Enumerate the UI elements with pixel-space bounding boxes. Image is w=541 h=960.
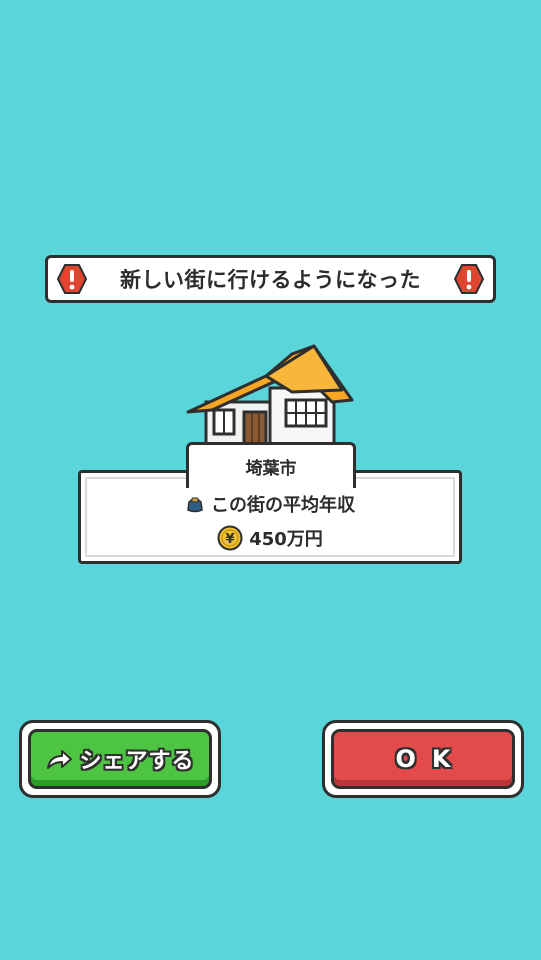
house-icon [186, 344, 354, 452]
yen-coin-icon: ¥ [217, 525, 243, 551]
ok-button-label: OK [395, 745, 467, 773]
income-label-row: この街の平均年収 [81, 491, 459, 517]
exclamation-hexagon-icon [453, 264, 485, 294]
svg-text:¥: ¥ [226, 532, 235, 547]
banner-title: 新しい街に行けるようになった [120, 268, 421, 292]
share-button-label: シェアする [79, 749, 195, 774]
share-button-frame: シェアする [19, 720, 221, 798]
ok-button[interactable]: OK [331, 729, 515, 789]
income-value: 450万円 [249, 529, 323, 550]
city-name: 埼葉市 [245, 459, 297, 479]
share-arrow-icon [47, 750, 73, 769]
income-label: この街の平均年収 [211, 495, 355, 516]
city-name-tab: 埼葉市 [186, 442, 356, 488]
ok-button-frame: OK [322, 720, 524, 798]
wallet-icon [187, 497, 203, 513]
income-value-row: ¥ 450万円 [81, 525, 459, 551]
unlock-banner: 新しい街に行けるようになった [45, 255, 496, 303]
share-button[interactable]: シェアする [28, 729, 212, 789]
exclamation-hexagon-icon [56, 264, 88, 294]
